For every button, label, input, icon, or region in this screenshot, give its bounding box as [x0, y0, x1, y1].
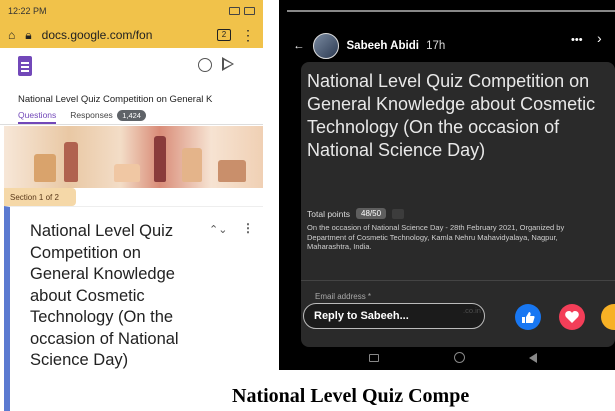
avatar[interactable]: [312, 33, 339, 59]
status-bar: 12:22 PM: [0, 0, 263, 22]
google-forms-logo-icon: [18, 56, 32, 76]
battery-icon: [244, 7, 255, 15]
collapse-icon[interactable]: ⌃⌄: [209, 223, 227, 236]
form-title: National Level Quiz Competition on Gener…: [18, 94, 213, 105]
cosmetic-lipstick: [154, 136, 166, 182]
back-triangle-icon[interactable]: [529, 353, 537, 363]
story-header: ← Sabeeh Abidi 17h: [293, 33, 445, 59]
thumbs-up-icon: [522, 311, 535, 323]
tabs-count-button[interactable]: 2: [217, 29, 231, 41]
love-reaction-button[interactable]: [559, 304, 585, 330]
tab-questions[interactable]: Questions: [18, 110, 57, 124]
total-points-value: 48/50: [356, 208, 387, 219]
cosmetic-compact: [114, 164, 140, 182]
tab-responses-label: Responses: [70, 110, 113, 120]
like-reaction-button[interactable]: [515, 304, 541, 330]
cosmetics-header-image: [4, 126, 263, 188]
signal-icon: [229, 7, 240, 15]
forms-header: [0, 48, 263, 92]
google-forms-screen: 12:22 PM ⌂ 🔒︎ docs.google.com/fon 2 ⋮ Na…: [0, 0, 263, 411]
cosmetic-jar: [34, 154, 56, 182]
story-author[interactable]: Sabeeh Abidi 17h: [347, 40, 446, 52]
points-icon: [392, 208, 405, 219]
tab-divider: [0, 124, 263, 125]
home-button-icon[interactable]: [454, 352, 465, 363]
story-author-name: Sabeeh Abidi: [346, 40, 419, 52]
palette-icon[interactable]: [198, 58, 212, 72]
responses-count-badge: 1,424: [117, 110, 146, 121]
tab-responses[interactable]: Responses 1,424: [70, 110, 146, 121]
android-nav-bar: [279, 348, 615, 370]
form-tabs: Questions Responses 1,424: [18, 110, 146, 124]
lock-icon: 🔒︎: [25, 27, 32, 42]
story-progress-bar: [287, 10, 615, 12]
card-title: National Level Quiz Competition on Gener…: [30, 222, 179, 369]
heart-icon: [565, 311, 579, 323]
cosmetic-bottle: [64, 142, 78, 182]
cosmetic-bottle: [182, 148, 202, 182]
status-time: 12:22 PM: [8, 6, 47, 16]
total-points: Total points 48/50: [307, 208, 405, 219]
send-icon[interactable]: [222, 57, 234, 71]
browser-url-bar[interactable]: ⌂ 🔒︎ docs.google.com/fon 2 ⋮: [0, 22, 263, 48]
story-menu-icon[interactable]: •••: [571, 34, 583, 46]
email-label: Email address *: [315, 292, 372, 301]
story-time: 17h: [426, 40, 446, 52]
browser-menu-icon[interactable]: ⋮: [241, 27, 255, 44]
story-description: On the occasion of National Science Day …: [307, 223, 565, 251]
cosmetic-jar: [218, 160, 246, 182]
back-arrow-icon[interactable]: ←: [293, 40, 305, 52]
url-text[interactable]: docs.google.com/fon: [42, 28, 207, 42]
status-icons: [229, 7, 255, 15]
form-header-card: National Level Quiz Competition on Gener…: [4, 206, 263, 411]
close-icon[interactable]: ›: [597, 30, 602, 46]
total-points-label: Total points: [307, 208, 350, 219]
reply-input[interactable]: Reply to Sabeeh...: [303, 303, 485, 329]
section-label: Section 1 of 2: [4, 188, 76, 206]
recent-apps-icon[interactable]: [369, 354, 379, 362]
facebook-story-screen: ← Sabeeh Abidi 17h ••• › National Level …: [279, 0, 615, 370]
divider: [301, 280, 615, 281]
home-icon[interactable]: ⌂: [8, 28, 15, 42]
story-title: National Level Quiz Competition on Gener…: [307, 71, 596, 160]
caption-title: National Level Quiz Compe: [232, 385, 470, 407]
more-options-icon[interactable]: ⋮: [242, 221, 254, 235]
